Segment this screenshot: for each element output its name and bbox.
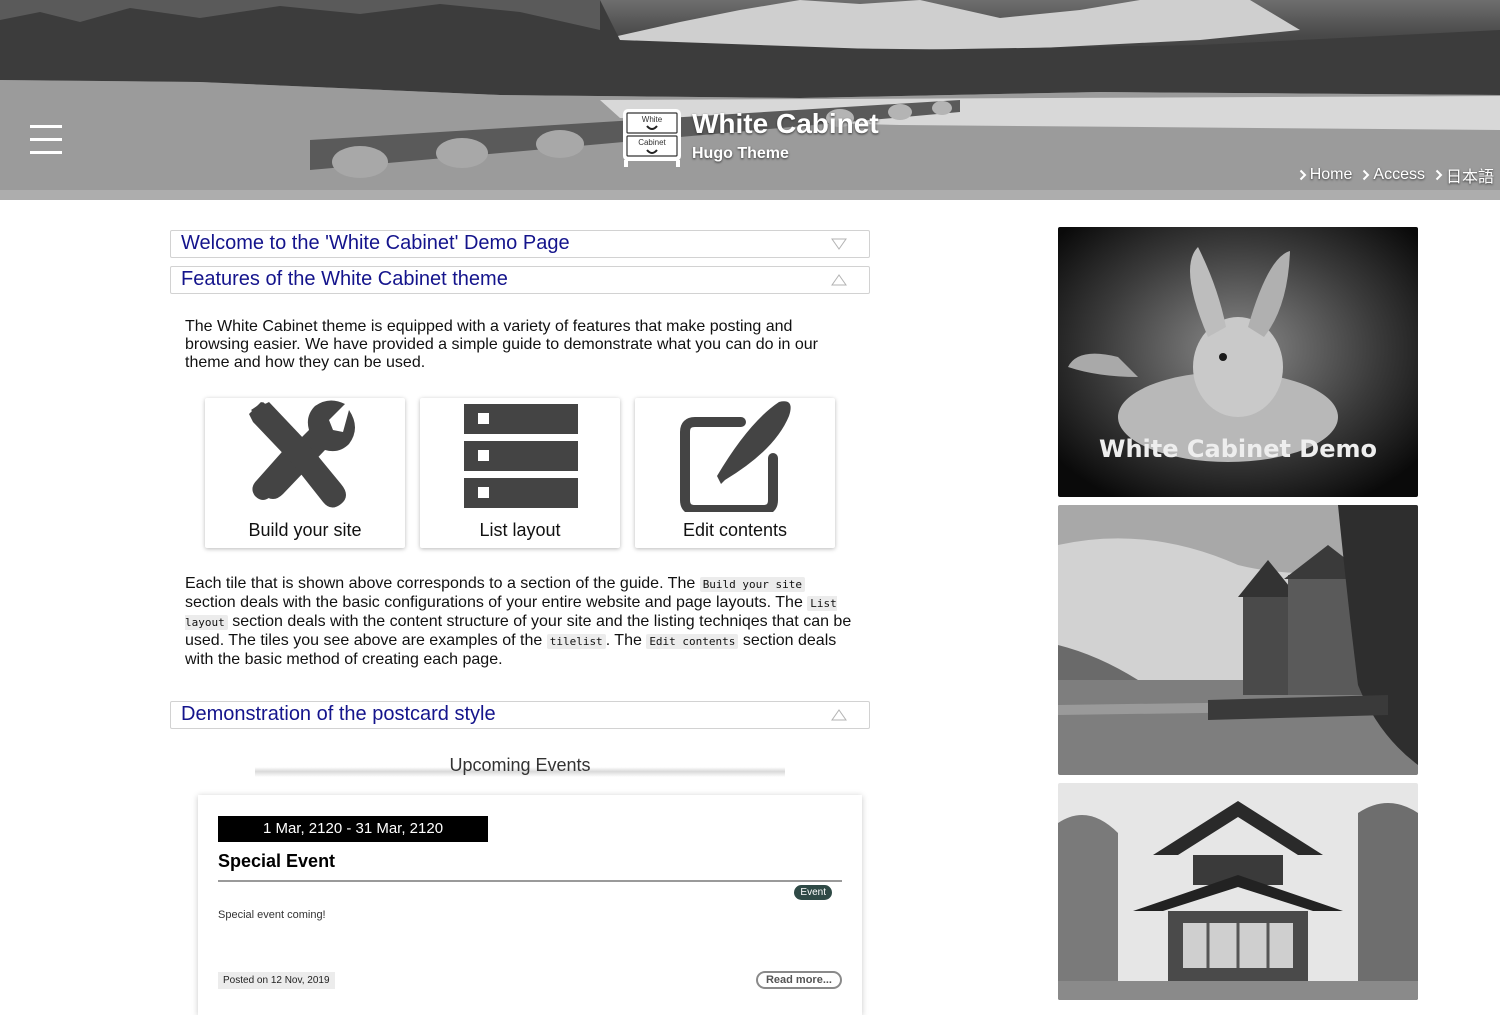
nav-link-label: 日本語 bbox=[1445, 169, 1494, 186]
site-subtitle: Hugo Theme bbox=[692, 145, 789, 162]
event-postcard[interactable]: 1 Mar, 2120 - 31 Mar, 2120 Special Event… bbox=[198, 795, 862, 1015]
code-build-your-site: Build your site bbox=[699, 577, 806, 592]
temple-photo-image bbox=[1058, 783, 1418, 1000]
header-banner: White Cabinet White Cabinet Hugo Theme H… bbox=[0, 0, 1500, 190]
tile-label: Build your site bbox=[248, 520, 362, 540]
nav-link-japanese[interactable]: 日本語 bbox=[1435, 163, 1494, 187]
svg-text:White: White bbox=[642, 115, 663, 124]
chevron-right-icon bbox=[1435, 169, 1443, 181]
nav-link-home[interactable]: Home bbox=[1299, 163, 1353, 187]
code-tilelist: tilelist bbox=[546, 634, 606, 649]
features-intro: The White Cabinet theme is equipped with… bbox=[185, 318, 818, 371]
code-edit-contents: Edit contents bbox=[646, 634, 739, 649]
banner-caption: White Cabinet Demo bbox=[1099, 435, 1377, 463]
section-title: Welcome to the 'White Cabinet' Demo Page bbox=[181, 232, 570, 254]
section-title: Features of the White Cabinet theme bbox=[181, 268, 508, 290]
section-postcard-header[interactable]: Demonstration of the postcard style bbox=[170, 701, 870, 729]
divider bbox=[218, 880, 842, 882]
event-date: 1 Mar, 2120 - 31 Mar, 2120 bbox=[218, 816, 488, 842]
collapse-triangle-icon bbox=[831, 709, 847, 721]
event-title[interactable]: Special Event bbox=[218, 851, 335, 872]
features-description: Each tile that is shown above correspond… bbox=[185, 575, 852, 668]
list-layout-icon bbox=[464, 404, 578, 508]
read-more-button[interactable]: Read more... bbox=[755, 971, 842, 989]
header-divider bbox=[0, 190, 1500, 200]
event-tag-badge[interactable]: Event bbox=[794, 885, 832, 900]
tile-list-layout[interactable]: List layout bbox=[420, 398, 620, 548]
site-brand[interactable]: White Cabinet White Cabinet Hugo Theme bbox=[622, 108, 922, 168]
sidebar-banner-rabbit[interactable]: White Cabinet Demo bbox=[1058, 227, 1418, 497]
site-title[interactable]: White Cabinet bbox=[692, 108, 879, 140]
edit-icon bbox=[680, 401, 791, 512]
nav-link-access[interactable]: Access bbox=[1362, 163, 1425, 187]
section-welcome-header[interactable]: Welcome to the 'White Cabinet' Demo Page bbox=[170, 230, 870, 258]
cabinet-logo-icon: White Cabinet bbox=[623, 109, 681, 167]
tile-edit-contents[interactable]: Edit contents bbox=[635, 398, 835, 548]
rabbit-photo-image: White Cabinet Demo bbox=[1058, 227, 1418, 497]
nav-link-label: Home bbox=[1309, 166, 1353, 183]
chevron-right-icon bbox=[1363, 169, 1370, 181]
tile-label: Edit contents bbox=[682, 520, 788, 540]
expand-triangle-icon bbox=[831, 238, 847, 250]
hamburger-menu-icon[interactable] bbox=[30, 125, 62, 155]
sidebar-image-temple[interactable] bbox=[1058, 783, 1418, 1000]
posted-date: Posted on 12 Nov, 2019 bbox=[218, 972, 335, 989]
tile-label: List layout bbox=[479, 520, 561, 540]
sidebar-image-castle[interactable] bbox=[1058, 505, 1418, 775]
section-features-header[interactable]: Features of the White Cabinet theme bbox=[170, 266, 870, 294]
upcoming-events-heading: Upcoming Events bbox=[255, 755, 785, 777]
nav-link-label: Access bbox=[1373, 166, 1425, 183]
castle-photo-image bbox=[1058, 505, 1418, 775]
tools-icon bbox=[249, 400, 355, 508]
event-summary: Special event coming! bbox=[218, 909, 326, 921]
tile-build-your-site[interactable]: Build your site bbox=[205, 398, 405, 548]
collapse-triangle-icon bbox=[831, 274, 847, 286]
chevron-right-icon bbox=[1299, 169, 1307, 181]
top-navigation: Home Access 日本語 bbox=[1299, 163, 1494, 187]
svg-text:Cabinet: Cabinet bbox=[638, 138, 666, 147]
section-title: Demonstration of the postcard style bbox=[181, 703, 496, 725]
